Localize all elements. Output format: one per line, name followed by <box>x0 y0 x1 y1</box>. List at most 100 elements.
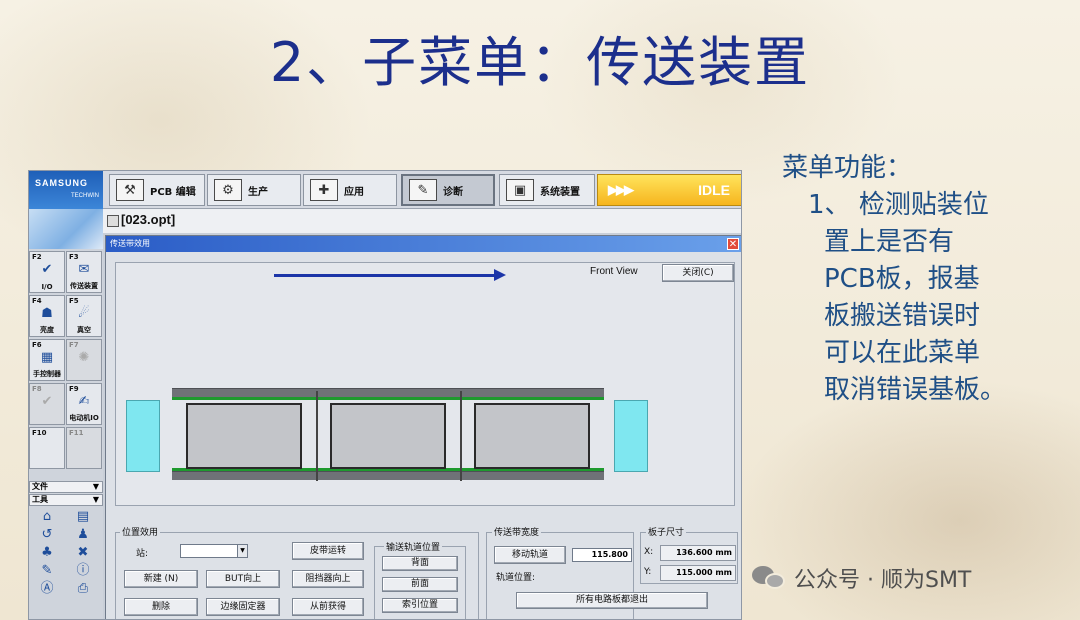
top-rail <box>172 388 604 397</box>
fkey-io[interactable]: F2 ✔ I/O <box>29 251 65 293</box>
new-button[interactable]: 新建 (N) <box>124 570 198 588</box>
close-button[interactable]: 关闭(C) <box>662 264 734 282</box>
tab-diagnosis[interactable]: ✎ 诊断 <box>401 174 495 206</box>
fkey-conveyor[interactable]: F3 ✉ 传送装置 <box>66 251 102 293</box>
fkey-number: F4 <box>32 297 42 305</box>
fkey-label: 亮度 <box>40 326 54 334</box>
application-icon: ✚ <box>310 179 338 201</box>
pcb-board-slot-1[interactable] <box>186 403 302 469</box>
document-icon[interactable]: ▤ <box>75 509 91 525</box>
group-label: 传送带宽度 <box>492 525 542 538</box>
stopper-up-button[interactable]: 阻挡器向上 <box>292 570 364 588</box>
board-x-label: X: <box>644 547 654 557</box>
logo-brand: SAMSUNG <box>35 178 89 188</box>
cross-icon[interactable]: ✖ <box>75 545 91 561</box>
notes-line: 置上是否有 <box>824 227 955 257</box>
station-select[interactable]: ▼ <box>180 544 248 558</box>
wechat-icon <box>752 564 786 592</box>
system-setup-icon: ▣ <box>506 179 534 201</box>
controller-icon: ▦ <box>40 349 54 365</box>
direction-arrow <box>274 274 496 277</box>
delete-button[interactable]: 删除 <box>124 598 198 616</box>
file-icon <box>107 215 119 227</box>
fkey-label: 传送装置 <box>70 282 98 290</box>
status-indicator: ▶▶▶ IDLE <box>597 174 741 206</box>
entry-sensor <box>126 400 160 472</box>
tab-system-setup[interactable]: ▣ 系统装置 <box>499 174 595 206</box>
menu-file-label: 文件 <box>32 482 48 491</box>
close-icon[interactable]: ✕ <box>727 238 739 250</box>
conveyor-front-view: Front View <box>115 262 735 506</box>
notes-item-number: 1、 <box>808 190 851 220</box>
top-toolbar: SAMSUNG TECHWIN ⚒ PCB 编辑 ⚙ 生产 ✚ 应用 ✎ 诊断 … <box>29 171 741 209</box>
dialog-title: 传送带效用 <box>110 239 150 248</box>
fkey-f7[interactable]: F7 ✺ <box>66 339 102 381</box>
fkey-brightness[interactable]: F4 ☗ 亮度 <box>29 295 65 337</box>
bottom-rail <box>172 471 604 480</box>
tab-application[interactable]: ✚ 应用 <box>303 174 397 206</box>
user-icon[interactable]: ♟ <box>75 527 91 543</box>
chevron-down-icon: ▼ <box>237 545 247 557</box>
production-icon: ⚙ <box>214 179 242 201</box>
text-icon[interactable]: Ⓐ <box>39 581 55 597</box>
width-input[interactable]: 115.800 <box>572 548 632 562</box>
fkey-label: 手控制器 <box>33 370 61 378</box>
belt-run-button[interactable]: 皮带运转 <box>292 542 364 560</box>
print-icon[interactable]: ⎙ <box>75 581 91 597</box>
rail-back-button[interactable]: 背面 <box>382 556 458 571</box>
notes-heading: 菜单功能： <box>782 153 913 183</box>
brightness-icon: ☗ <box>41 305 53 321</box>
but-up-button[interactable]: BUT向上 <box>206 570 280 588</box>
menu-tools[interactable]: 工具 ▼ <box>29 494 103 506</box>
tree-icon[interactable]: ♣ <box>39 545 55 561</box>
fkey-motor-io[interactable]: F9 ✍ 电动机IO <box>66 383 102 425</box>
refresh-icon[interactable]: ↺ <box>39 527 55 543</box>
index-position-button[interactable]: 索引位置 <box>382 598 458 613</box>
menu-file[interactable]: 文件 ▼ <box>29 481 103 493</box>
tab-label: 应用 <box>344 186 364 198</box>
pcb-board-slot-3[interactable] <box>474 403 590 469</box>
chevron-down-icon: ▼ <box>92 482 99 491</box>
samsung-logo: SAMSUNG TECHWIN <box>29 171 103 209</box>
group-label: 位置效用 <box>120 525 161 538</box>
conveyor-utility-dialog: 传送带效用 ✕ Front View 关闭(C) 位置效用 站: ▼ 皮带运转 … <box>105 235 741 619</box>
pcb-board-slot-2[interactable] <box>330 403 446 469</box>
fkey-f10[interactable]: F10 <box>29 427 65 469</box>
tab-pcb-edit[interactable]: ⚒ PCB 编辑 <box>109 174 205 206</box>
zone-divider <box>316 391 318 481</box>
board-y-value: 115.000 mm <box>660 565 736 581</box>
disabled-icon: ✔ <box>41 393 53 409</box>
fkey-number: F7 <box>69 341 79 349</box>
notes-item: 1、 检测贴装位 <box>782 187 1062 224</box>
tab-production[interactable]: ⚙ 生产 <box>207 174 301 206</box>
fkey-f11[interactable]: F11 <box>66 427 102 469</box>
disabled-icon: ✺ <box>78 349 90 365</box>
edge-clamp-button[interactable]: 边缘固定器 <box>206 598 280 616</box>
board-y-label: Y: <box>644 567 652 577</box>
rail-front-button[interactable]: 前面 <box>382 577 458 592</box>
slide-title: 2、子菜单：传送装置 <box>269 31 811 94</box>
fkey-vacuum[interactable]: F5 ☄ 真空 <box>66 295 102 337</box>
io-icon: ✔ <box>41 261 53 277</box>
unload-all-boards-button[interactable]: 所有电路板都退出 <box>516 592 708 609</box>
move-rail-button[interactable]: 移动轨道 <box>494 546 566 564</box>
vacuum-icon: ☄ <box>78 305 90 321</box>
notes-line: PCB板，报基 <box>824 264 980 294</box>
fkey-f8[interactable]: F8 ✔ <box>29 383 65 425</box>
get-from-front-button[interactable]: 从前获得 <box>292 598 364 616</box>
sidebar: F2 ✔ I/O F3 ✉ 传送装置 F4 ☗ 亮度 F5 ☄ 真空 F6 ▦ … <box>29 209 103 619</box>
machine-app-window: SAMSUNG TECHWIN ⚒ PCB 编辑 ⚙ 生产 ✚ 应用 ✎ 诊断 … <box>28 170 742 620</box>
watermark: 公众号 · 顺为SMT <box>752 562 971 594</box>
station-label: 站: <box>136 549 149 559</box>
zone-divider <box>460 391 462 481</box>
view-label: Front View <box>590 266 638 277</box>
pencil-icon[interactable]: ✎ <box>39 563 55 579</box>
fkey-number: F6 <box>32 341 42 349</box>
pcb-edit-icon: ⚒ <box>116 179 144 201</box>
info-icon[interactable]: ⓘ <box>75 563 91 579</box>
home-icon[interactable]: ⌂ <box>39 509 55 525</box>
fkey-hand-controller[interactable]: F6 ▦ 手控制器 <box>29 339 65 381</box>
logo-sub: TECHWIN <box>71 193 99 199</box>
diagnosis-icon: ✎ <box>409 179 437 201</box>
slide-notes: 菜单功能： 1、 检测贴装位 置上是否有 PCB板，报基 板搬送错误时 可以在此… <box>782 150 1062 409</box>
